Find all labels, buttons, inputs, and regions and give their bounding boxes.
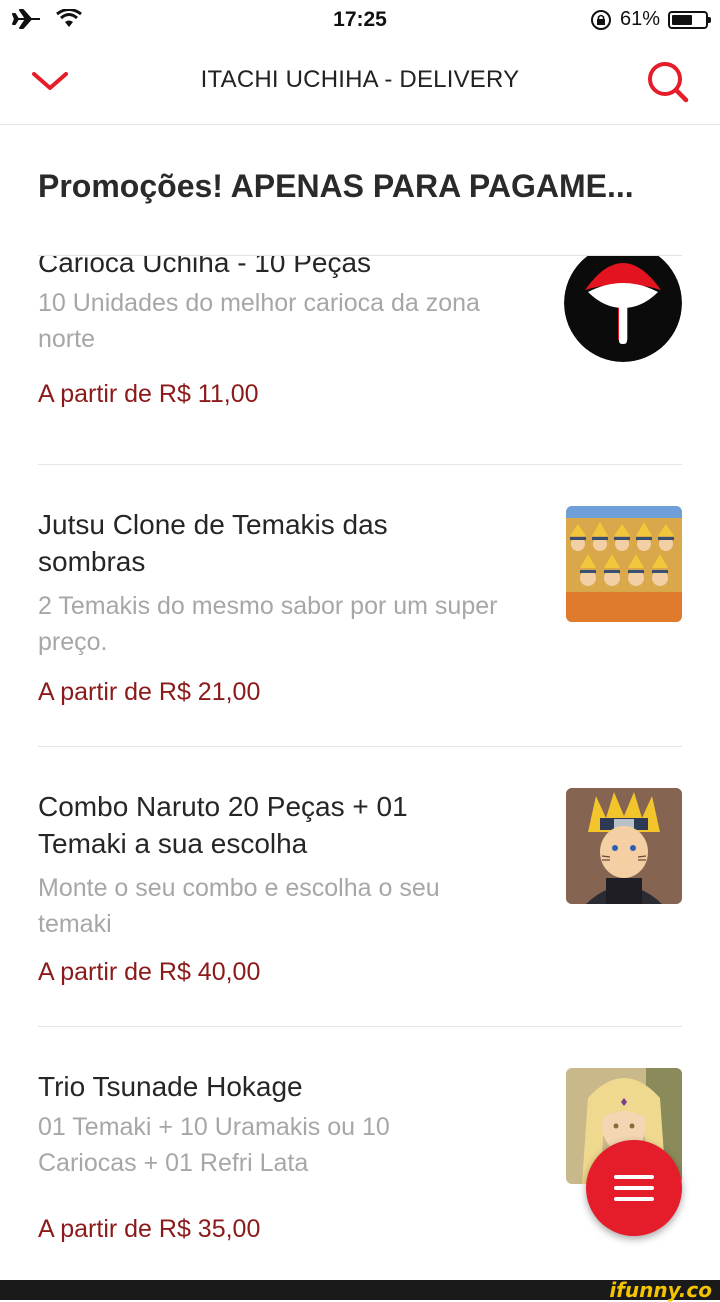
section-title: Promoções! APENAS PARA PAGAME... (38, 168, 634, 204)
item-divider (38, 1026, 682, 1027)
item-description: 01 Temaki + 10 Uramakis ou 10 Cariocas +… (38, 1113, 390, 1177)
naruto-portrait-image (566, 788, 682, 904)
rotation-lock-icon (590, 9, 611, 30)
uchiha-emblem-image (564, 256, 682, 362)
menu-icon-line (614, 1175, 654, 1179)
nav-bar: ITACHI UCHIHA - DELIVERY (0, 44, 720, 125)
promo-list[interactable]: Carioca Uchiha - 10 Peças 10 Unidades do… (0, 256, 720, 1280)
item-price: A partir de R$ 40,00 (38, 958, 261, 986)
battery-icon (668, 10, 711, 29)
menu-icon-line (614, 1197, 654, 1201)
item-divider (38, 464, 682, 465)
item-price: A partir de R$ 35,00 (38, 1215, 261, 1243)
item-price: A partir de R$ 21,00 (38, 678, 261, 706)
watermark-logo: ifunny.co (609, 1278, 712, 1302)
footer-strip: ifunny.co (0, 1278, 720, 1302)
page-title: ITACHI UCHIHA - DELIVERY (200, 66, 520, 93)
list-item[interactable]: Combo Naruto 20 Peças + 01 Temaki a sua … (38, 788, 682, 1018)
menu-icon-line (614, 1186, 654, 1190)
item-name: Jutsu Clone de Temakis das sombras (38, 509, 388, 577)
item-description: 2 Temakis do mesmo sabor por um super pr… (38, 592, 498, 656)
item-name: Trio Tsunade Hokage (38, 1071, 303, 1102)
battery-percent: 61% (619, 8, 660, 30)
item-name: Carioca Uchiha - 10 Peças (38, 256, 372, 278)
status-bar: 17:25 61% (0, 0, 720, 44)
item-name: Combo Naruto 20 Peças + 01 Temaki a sua … (38, 791, 408, 859)
item-description: 10 Unidades do melhor carioca da zona no… (38, 289, 480, 353)
search-icon[interactable] (646, 60, 690, 104)
menu-fab-button[interactable] (586, 1140, 682, 1236)
item-divider (38, 746, 682, 747)
list-item[interactable]: Carioca Uchiha - 10 Peças 10 Unidades do… (38, 256, 682, 454)
list-item[interactable]: Jutsu Clone de Temakis das sombras 2 Tem… (38, 506, 682, 736)
item-price: A partir de R$ 11,00 (38, 380, 259, 408)
status-right: 61% (590, 8, 711, 31)
item-description: Monte o seu combo e escolha o seu temaki (38, 874, 440, 938)
battery-fill (672, 14, 692, 25)
shadow-clones-image (566, 506, 682, 622)
list-item[interactable]: Trio Tsunade Hokage 01 Temaki + 10 Urama… (38, 1068, 682, 1280)
